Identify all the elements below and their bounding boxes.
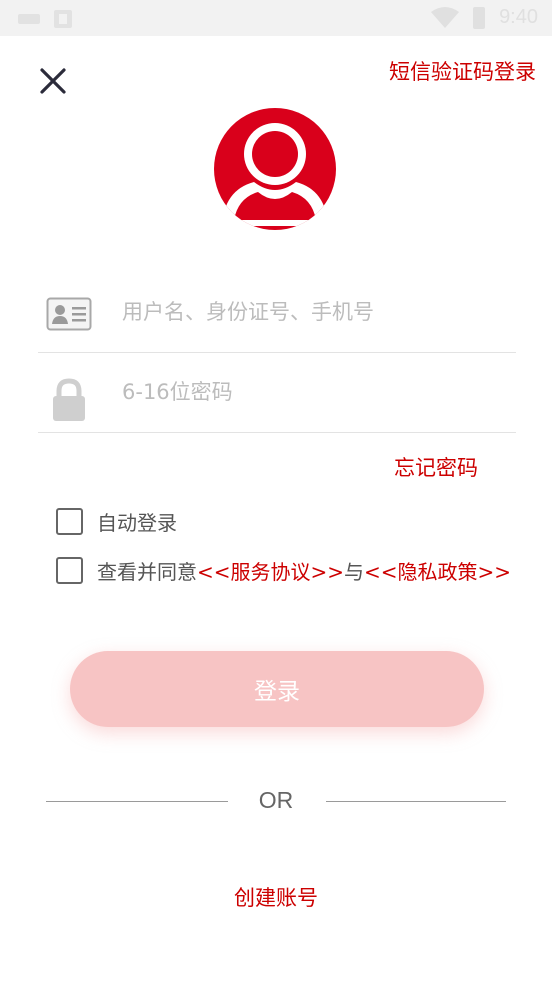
auto-login-row: 自动登录 [56,507,177,536]
password-field-row [38,353,516,433]
agreement-joiner: 与 [344,560,365,584]
login-button[interactable]: 登录 [70,651,484,727]
wifi-icon [431,6,460,28]
forgot-password-link[interactable]: 忘记密码 [394,452,478,482]
username-input[interactable] [122,291,502,333]
privacy-policy-link[interactable]: <<隐私政策>> [364,556,511,585]
status-time: 9:40 [499,6,538,28]
sms-login-link[interactable]: 短信验证码登录 [389,56,536,86]
agreement-checkbox[interactable] [56,557,83,584]
status-notifications [18,10,72,28]
auto-login-label: 自动登录 [97,511,177,535]
divider-line-right [326,801,506,802]
close-icon [40,68,66,94]
username-field-row [38,273,516,353]
battery-icon [473,6,486,29]
service-agreement-link[interactable]: <<服务协议>> [197,556,344,585]
notification-icon [18,14,40,24]
create-account-link[interactable]: 创建账号 [234,886,318,910]
status-indicators: 9:40 [431,6,538,29]
auto-login-checkbox[interactable] [56,508,83,535]
agreement-row: 查看并同意 <<服务协议>> 与 <<隐私政策>> [56,556,511,585]
sim-icon [54,10,72,28]
status-bar: 9:40 [0,0,552,36]
id-card-icon [46,297,92,331]
agreement-prefix: 查看并同意 [97,560,197,584]
password-input[interactable] [122,371,502,413]
avatar-icon [214,108,336,230]
close-button[interactable] [36,64,70,98]
create-account-row: 创建账号 [0,882,552,912]
lock-icon [53,378,85,421]
avatar [214,108,336,230]
